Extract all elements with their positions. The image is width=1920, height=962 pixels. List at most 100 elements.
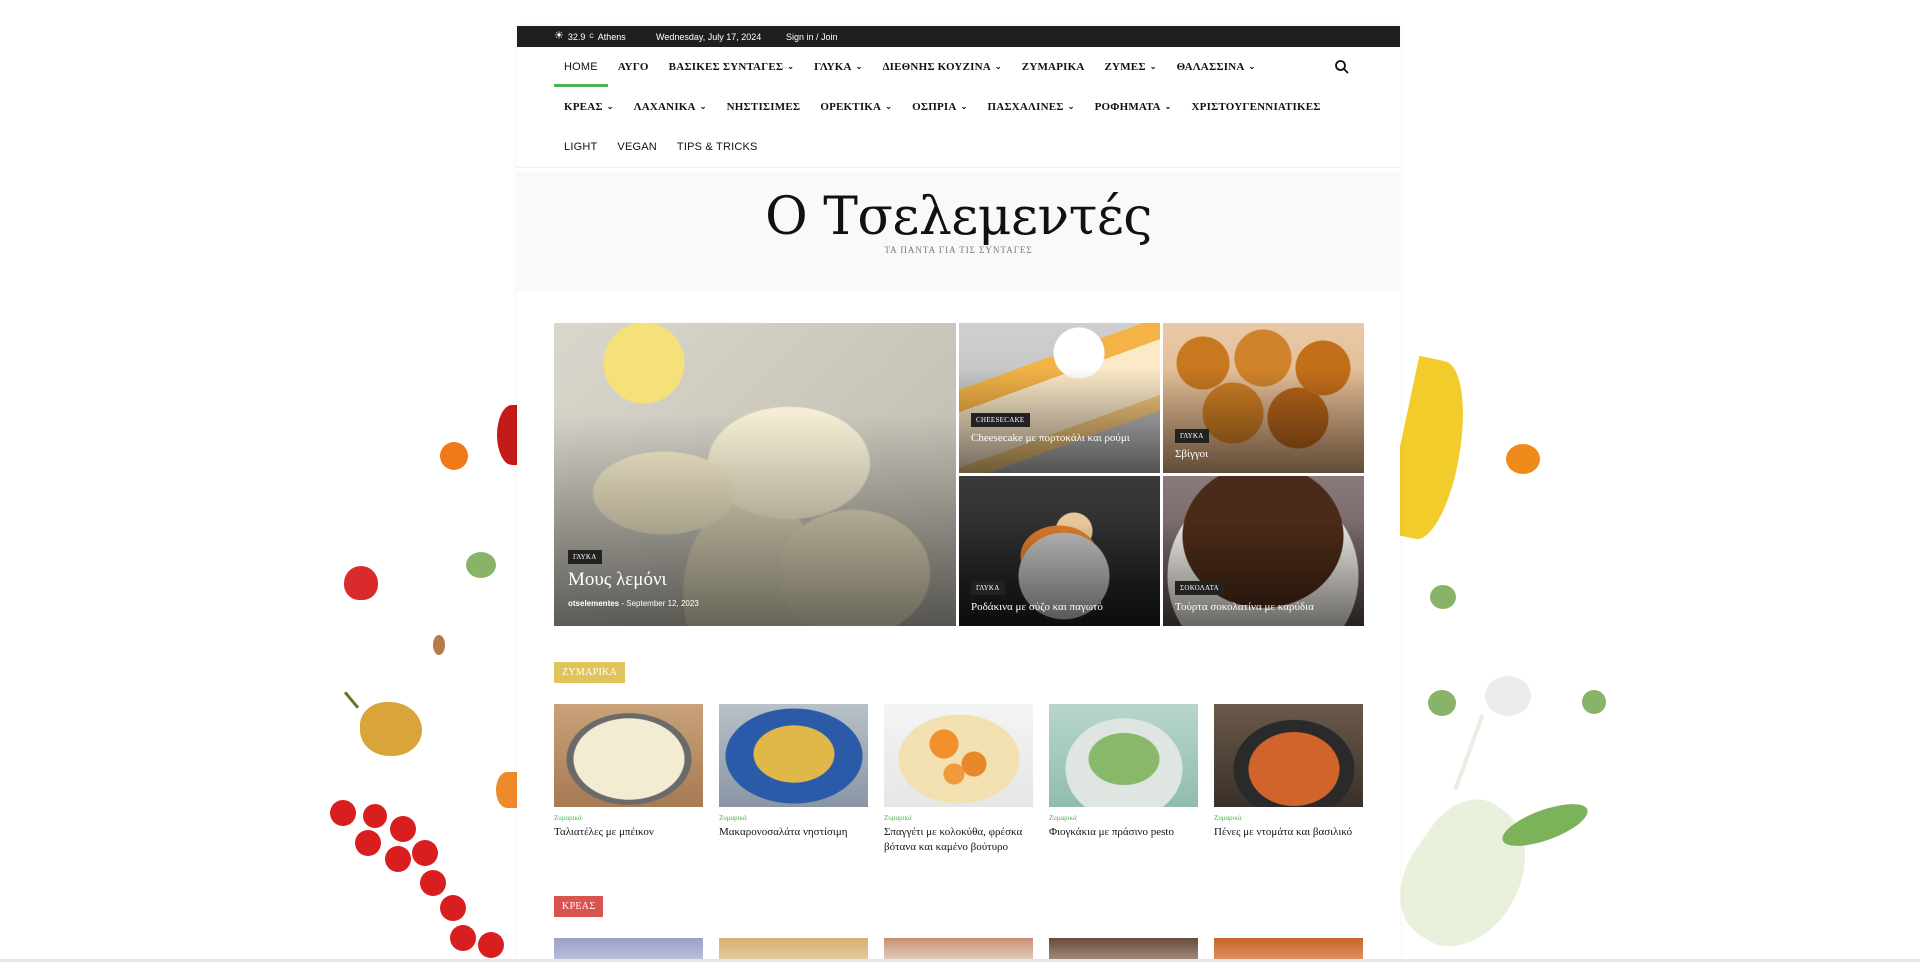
nav-item-βασικες-συνταγες[interactable]: ΒΑΣΙΚΕΣ ΣΥΝΤΑΓΕΣ ⌄ xyxy=(659,47,805,87)
category-badge[interactable]: ΓΛΥΚΑ xyxy=(1175,429,1209,443)
top-bar: ☀ 32.9 C Athens Wednesday, July 17, 2024… xyxy=(517,26,1400,47)
degree-unit: C xyxy=(589,33,594,40)
featured-post[interactable]: ΓΛΥΚΑ Ροδάκινα με σύζο και παγωτό xyxy=(959,476,1160,626)
chevron-down-icon: ⌄ xyxy=(960,102,968,111)
post-card[interactable]: Ζυμαρικά Πένες με ντομάτα και βασιλικό xyxy=(1214,704,1363,840)
post-title[interactable]: Πένες με ντομάτα και βασιλικό xyxy=(1214,825,1363,840)
section-label-meat[interactable]: ΚΡΕΑΣ xyxy=(554,896,604,917)
nav-item-κρεας[interactable]: ΚΡΕΑΣ ⌄ xyxy=(554,87,624,127)
site-tagline: ΤΑ ΠΑΝΤΑ ΓΙΑ ΤΙΣ ΣΥΝΤΑΓΕΣ xyxy=(884,245,1033,255)
post-title[interactable]: Σβίγγοι xyxy=(1175,447,1208,462)
post-title[interactable]: Μους λεμόνι xyxy=(568,569,667,591)
nav-item-ζυμες[interactable]: ΖΥΜΕΣ ⌄ xyxy=(1095,47,1167,87)
nav-item-label: ΟΡΕΚΤΙΚΑ xyxy=(820,101,882,113)
site-logo[interactable]: Ο Τσελεμεντές xyxy=(517,191,1400,243)
nav-item-label: ΧΡΙΣΤΟΥΓΕΝΝΙΑΤΙΚΕΣ xyxy=(1191,101,1321,113)
nav-item-ζυμαρικα[interactable]: ΖΥΜΑΡΙΚΑ xyxy=(1012,47,1095,87)
chevron-down-icon: ⌄ xyxy=(1067,102,1075,111)
chevron-down-icon: ⌄ xyxy=(1164,102,1172,111)
post-card[interactable]: Ζυμαρικά Ταλιατέλες με μπέικον xyxy=(554,704,703,840)
chevron-down-icon: ⌄ xyxy=(606,102,614,111)
chevron-down-icon: ⌄ xyxy=(885,102,893,111)
post-title[interactable]: Φιογκάκια με πράσινο pesto xyxy=(1049,825,1198,840)
nav-item-label: ΔΙΕΘΝΗΣ ΚΟΥΖΙΝΑ xyxy=(882,61,991,73)
post-category[interactable]: Ζυμαρικά xyxy=(1214,814,1363,822)
nav-item-χριστουγεννιατικες[interactable]: ΧΡΙΣΤΟΥΓΕΝΝΙΑΤΙΚΕΣ xyxy=(1182,87,1331,127)
nav-item-label: ΡΟΦΗΜΑΤΑ xyxy=(1094,101,1161,113)
post-card[interactable]: Ζυμαρικά Μακαρονοσαλάτα νηστίσιμη xyxy=(719,704,868,840)
nav-item-label: HOME xyxy=(564,61,598,73)
nav-item-home[interactable]: HOME xyxy=(554,47,608,87)
city: Athens xyxy=(597,31,626,42)
nav-item-vegan[interactable]: VEGAN xyxy=(607,127,667,167)
nav-row: HOME ΑΥΓΟ ΒΑΣΙΚΕΣ ΣΥΝΤΑΓΕΣ ⌄ ΓΛΥΚΑ ⌄ ΔΙΕΘΝΗΣ Κ… xyxy=(554,47,1363,87)
chevron-down-icon: ⌄ xyxy=(855,62,863,71)
sun-icon: ☀ xyxy=(554,30,564,42)
nav-item-label: ΖΥΜΑΡΙΚΑ xyxy=(1021,61,1085,73)
nav-item-label: ΘΑΛΑΣΣΙΝΑ xyxy=(1176,61,1245,73)
nav-row: ΚΡΕΑΣ ⌄ ΛΑΧΑΝΙΚΑ ⌄ ΝΗΣΤΙΣΙΜΕΣ ΟΡΕΚΤΙΚΑ ⌄ ΟΣΠΡΙΑ… xyxy=(554,87,1363,127)
nav-item-οσπρια[interactable]: ΟΣΠΡΙΑ ⌄ xyxy=(902,87,977,127)
post-category[interactable]: Ζυμαρικά xyxy=(884,814,1033,822)
main-navigation: HOME ΑΥΓΟ ΒΑΣΙΚΕΣ ΣΥΝΤΑΓΕΣ ⌄ ΓΛΥΚΑ ⌄ ΔΙΕΘΝΗΣ Κ… xyxy=(517,47,1400,168)
post-thumbnail xyxy=(884,704,1033,807)
nav-item-label: ΑΥΓΟ xyxy=(617,61,649,73)
category-badge[interactable]: CHEESECAKE xyxy=(971,413,1030,427)
post-author[interactable]: otselementes xyxy=(568,599,619,608)
post-card[interactable]: Ζυμαρικά Σπαγγέτι με κολοκύθα, φρέσκα βό… xyxy=(884,704,1033,855)
nav-item-νηστισιμες[interactable]: ΝΗΣΤΙΣΙΜΕΣ xyxy=(717,87,811,127)
featured-post[interactable]: ΣΟΚΟΛΑΤΑ Τούρτα σοκολατίνα με καρύδια xyxy=(1163,476,1364,626)
chevron-down-icon: ⌄ xyxy=(699,102,707,111)
post-meta: otselementes - September 12, 2023 xyxy=(568,599,699,608)
search-icon[interactable] xyxy=(1334,59,1350,75)
nav-item-label: ΝΗΣΤΙΣΙΜΕΣ xyxy=(726,101,801,113)
featured-post[interactable]: ΓΛΥΚΑ Σβίγγοι xyxy=(1163,323,1364,473)
featured-grid: ΓΛΥΚΑ Μους λεμόνι otselementes - Septemb… xyxy=(554,323,1364,626)
category-badge[interactable]: ΓΛΥΚΑ xyxy=(568,550,602,564)
nav-item-label: ΖΥΜΕΣ xyxy=(1104,61,1146,73)
nav-item-γλυκα[interactable]: ΓΛΥΚΑ ⌄ xyxy=(804,47,872,87)
post-thumbnail xyxy=(554,704,703,807)
post-thumbnail xyxy=(1214,704,1363,807)
nav-item-λαχανικα[interactable]: ΛΑΧΑΝΙΚΑ ⌄ xyxy=(624,87,717,127)
section-label-pasta[interactable]: ΖΥΜΑΡΙΚΑ xyxy=(554,662,626,683)
weather-widget: ☀ 32.9 C Athens xyxy=(554,31,656,42)
post-category[interactable]: Ζυμαρικά xyxy=(1049,814,1198,822)
post-title[interactable]: Μακαρονοσαλάτα νηστίσιμη xyxy=(719,825,868,840)
post-category[interactable]: Ζυμαρικά xyxy=(554,814,703,822)
nav-item-label: TIPS & TRICKS xyxy=(676,141,758,153)
post-title[interactable]: Σπαγγέτι με κολοκύθα, φρέσκα βότανα και … xyxy=(884,825,1033,855)
featured-main-post[interactable]: ΓΛΥΚΑ Μους λεμόνι otselementes - Septemb… xyxy=(554,323,956,626)
nav-item-label: ΚΡΕΑΣ xyxy=(564,101,603,113)
nav-item-πασχαλινες[interactable]: ΠΑΣΧΑΛΙΝΕΣ ⌄ xyxy=(977,87,1084,127)
nav-item-tips-tricks[interactable]: TIPS & TRICKS xyxy=(667,127,768,167)
nav-item-label: VEGAN xyxy=(617,141,657,153)
post-category[interactable]: Ζυμαρικά xyxy=(719,814,868,822)
nav-row: LIGHT VEGAN TIPS & TRICKS xyxy=(554,127,1363,167)
temperature: 32.9 xyxy=(567,31,586,42)
post-card[interactable]: Ζυμαρικά Φιογκάκια με πράσινο pesto xyxy=(1049,704,1198,840)
nav-item-διεθνης-κουζινα[interactable]: ΔΙΕΘΝΗΣ ΚΟΥΖΙΝΑ ⌄ xyxy=(873,47,1012,87)
post-date: September 12, 2023 xyxy=(626,599,699,608)
nav-item-θαλασσινα[interactable]: ΘΑΛΑΣΣΙΝΑ ⌄ xyxy=(1167,47,1266,87)
post-title[interactable]: Ταλιατέλες με μπέικον xyxy=(554,825,703,840)
nav-item-ορεκτικα[interactable]: ΟΡΕΚΤΙΚΑ ⌄ xyxy=(810,87,902,127)
image-overlay xyxy=(554,413,956,626)
nav-item-label: ΟΣΠΡΙΑ xyxy=(912,101,957,113)
nav-item-label: ΒΑΣΙΚΕΣ ΣΥΝΤΑΓΕΣ xyxy=(668,61,784,73)
nav-item-label: ΛΑΧΑΝΙΚΑ xyxy=(633,101,696,113)
featured-post[interactable]: CHEESECAKE Cheesecake με πορτοκάλι και ρ… xyxy=(959,323,1160,473)
post-title[interactable]: Τούρτα σοκολατίνα με καρύδια xyxy=(1175,600,1314,615)
sign-in-link[interactable]: Sign in / Join xyxy=(786,32,838,42)
post-title[interactable]: Cheesecake με πορτοκάλι και ρούμι xyxy=(971,431,1151,446)
page-container: ☀ 32.9 C Athens Wednesday, July 17, 2024… xyxy=(517,26,1400,962)
post-title[interactable]: Ροδάκινα με σύζο και παγωτό xyxy=(971,600,1103,615)
category-badge[interactable]: ΓΛΥΚΑ xyxy=(971,581,1005,595)
nav-item-αυγο[interactable]: ΑΥΓΟ xyxy=(608,47,659,87)
nav-item-label: LIGHT xyxy=(564,141,598,153)
chevron-down-icon: ⌄ xyxy=(1149,62,1157,71)
category-badge[interactable]: ΣΟΚΟΛΑΤΑ xyxy=(1175,581,1224,595)
nav-item-light[interactable]: LIGHT xyxy=(554,127,607,167)
current-date: Wednesday, July 17, 2024 xyxy=(656,31,762,42)
nav-item-ροφηματα[interactable]: ΡΟΦΗΜΑΤΑ ⌄ xyxy=(1085,87,1182,127)
